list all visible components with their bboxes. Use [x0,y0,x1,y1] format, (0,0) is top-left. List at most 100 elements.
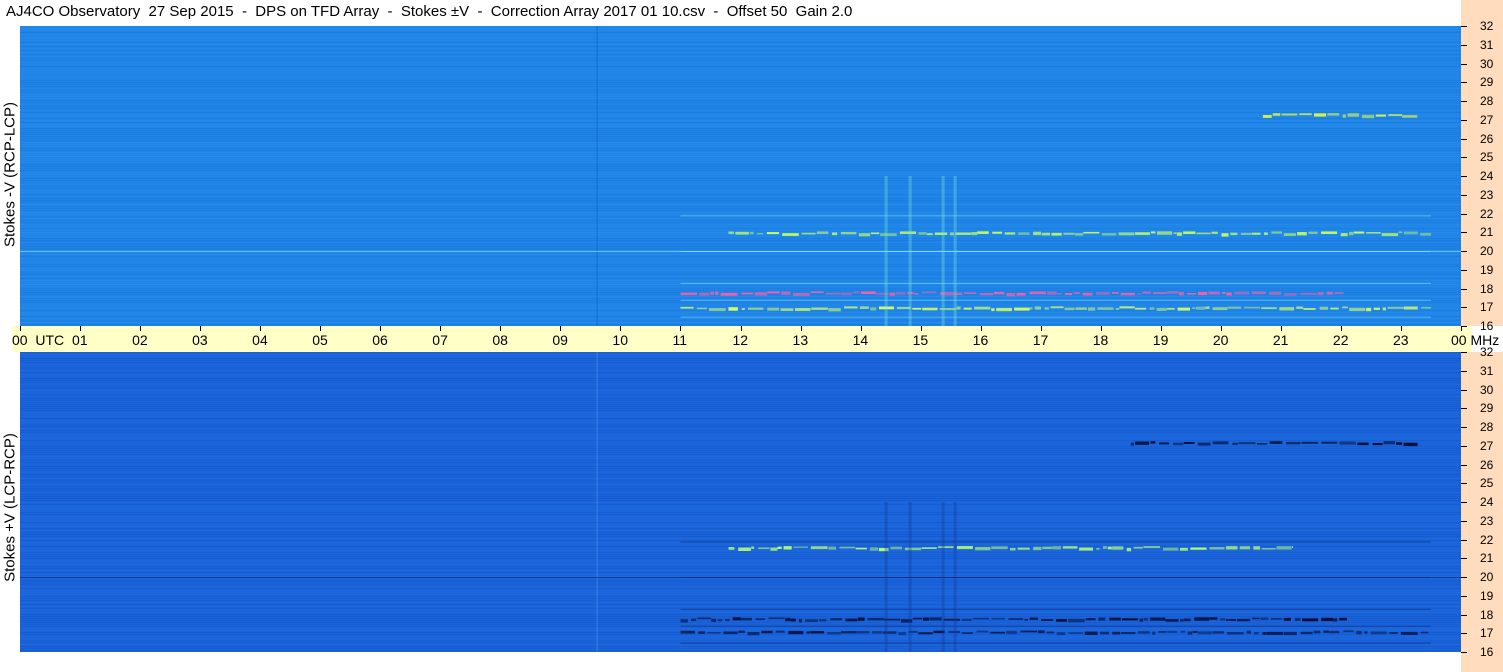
texture-band [20,492,1461,493]
feature-segment [1115,308,1120,310]
texture-band [20,556,1461,557]
freq-tick-mark [1461,232,1467,234]
feature-segment [1177,307,1190,311]
texture-band [20,154,1461,155]
feature-segment [1130,442,1134,446]
texture-band [20,132,1461,133]
feature-segment [757,233,764,235]
texture-band [20,472,1461,473]
feature-segment [1173,442,1184,446]
texture-band [20,382,1461,383]
texture-band [20,476,1461,477]
feature-segment [1126,547,1132,552]
time-tick-mark [80,326,82,331]
texture-band [20,450,1461,451]
freq-tick-mark [1461,119,1467,121]
texture-band [20,250,1461,251]
feature-segment [720,292,738,296]
texture-band [20,240,1461,241]
feature-segment [1020,630,1038,633]
texture-band [20,54,1461,55]
freq-tick-label: 26 [1480,131,1494,146]
freq-tick-label: 20 [1480,570,1494,584]
texture-band [20,128,1461,129]
feature-segment [1313,630,1321,634]
feature-segment [1159,442,1170,445]
feature-segment [1088,307,1096,311]
freq-tick-label: 22 [1480,206,1494,221]
feature-segment [801,232,816,235]
texture-band [20,312,1461,313]
feature-segment [993,291,1005,295]
feature-segment [921,547,937,549]
texture-band [20,144,1461,145]
feature-segment [768,617,785,620]
feature-segment [1303,308,1316,310]
texture-band [20,186,1461,187]
feature-segment [816,231,829,234]
feature-segment [859,306,869,309]
texture-band [20,504,1461,505]
feature-segment [1283,617,1291,621]
feature-segment [1184,618,1191,622]
feature-segment [1150,441,1156,444]
texture-band [20,470,1461,471]
feature-segment [870,232,880,235]
feature-segment [1167,291,1179,294]
feature-segment [1112,546,1124,550]
feature-segment [912,307,922,310]
feature-segment [1353,231,1365,234]
feature-segment [1403,306,1418,310]
feature-segment [1300,631,1313,635]
freq-tick-mark [1461,558,1467,560]
texture-band [20,374,1461,375]
texture-band [20,252,1461,253]
texture-band [20,428,1461,429]
texture-band [20,640,1461,641]
feature-segment [1300,292,1318,295]
freq-tick-mark [1461,26,1467,27]
feature-segment [819,619,827,622]
texture-band [20,478,1461,479]
feature-segment [1236,618,1251,622]
feature-segment [1343,630,1354,632]
feature-segment [1143,617,1149,621]
texture-band [20,138,1461,139]
freq-tick-label: 19 [1480,262,1494,277]
time-tick-mark [560,326,562,331]
texture-band [20,86,1461,87]
texture-band [20,502,1461,503]
texture-band [20,64,1461,65]
texture-band [20,104,1461,105]
texture-band [20,434,1461,435]
interference-line [680,642,1431,644]
feature-segment [1135,307,1147,310]
feature-segment [1261,548,1276,550]
texture-band [20,456,1461,457]
texture-band [20,388,1461,389]
texture-band [20,522,1461,523]
texture-band [20,268,1461,269]
time-tick-label: 11 [672,332,687,348]
feature-segment [1283,631,1297,636]
texture-band [20,52,1461,53]
feature-segment [1137,631,1150,634]
texture-band [20,386,1461,387]
feature-segment [798,618,803,623]
feature-segment [1057,292,1062,295]
texture-band [20,432,1461,433]
feature-segment [1156,307,1167,311]
texture-band [20,530,1461,531]
texture-band [20,568,1461,569]
feature-segment [1085,618,1096,621]
texture-band [20,494,1461,495]
feature-segment [740,617,752,621]
feature-segment [904,547,922,551]
feature-segment [725,619,730,622]
feature-segment [840,231,857,235]
texture-band [20,140,1461,141]
texture-band [20,222,1461,223]
texture-band [20,188,1461,189]
interference-line [20,251,1461,252]
feature-segment [832,232,838,236]
